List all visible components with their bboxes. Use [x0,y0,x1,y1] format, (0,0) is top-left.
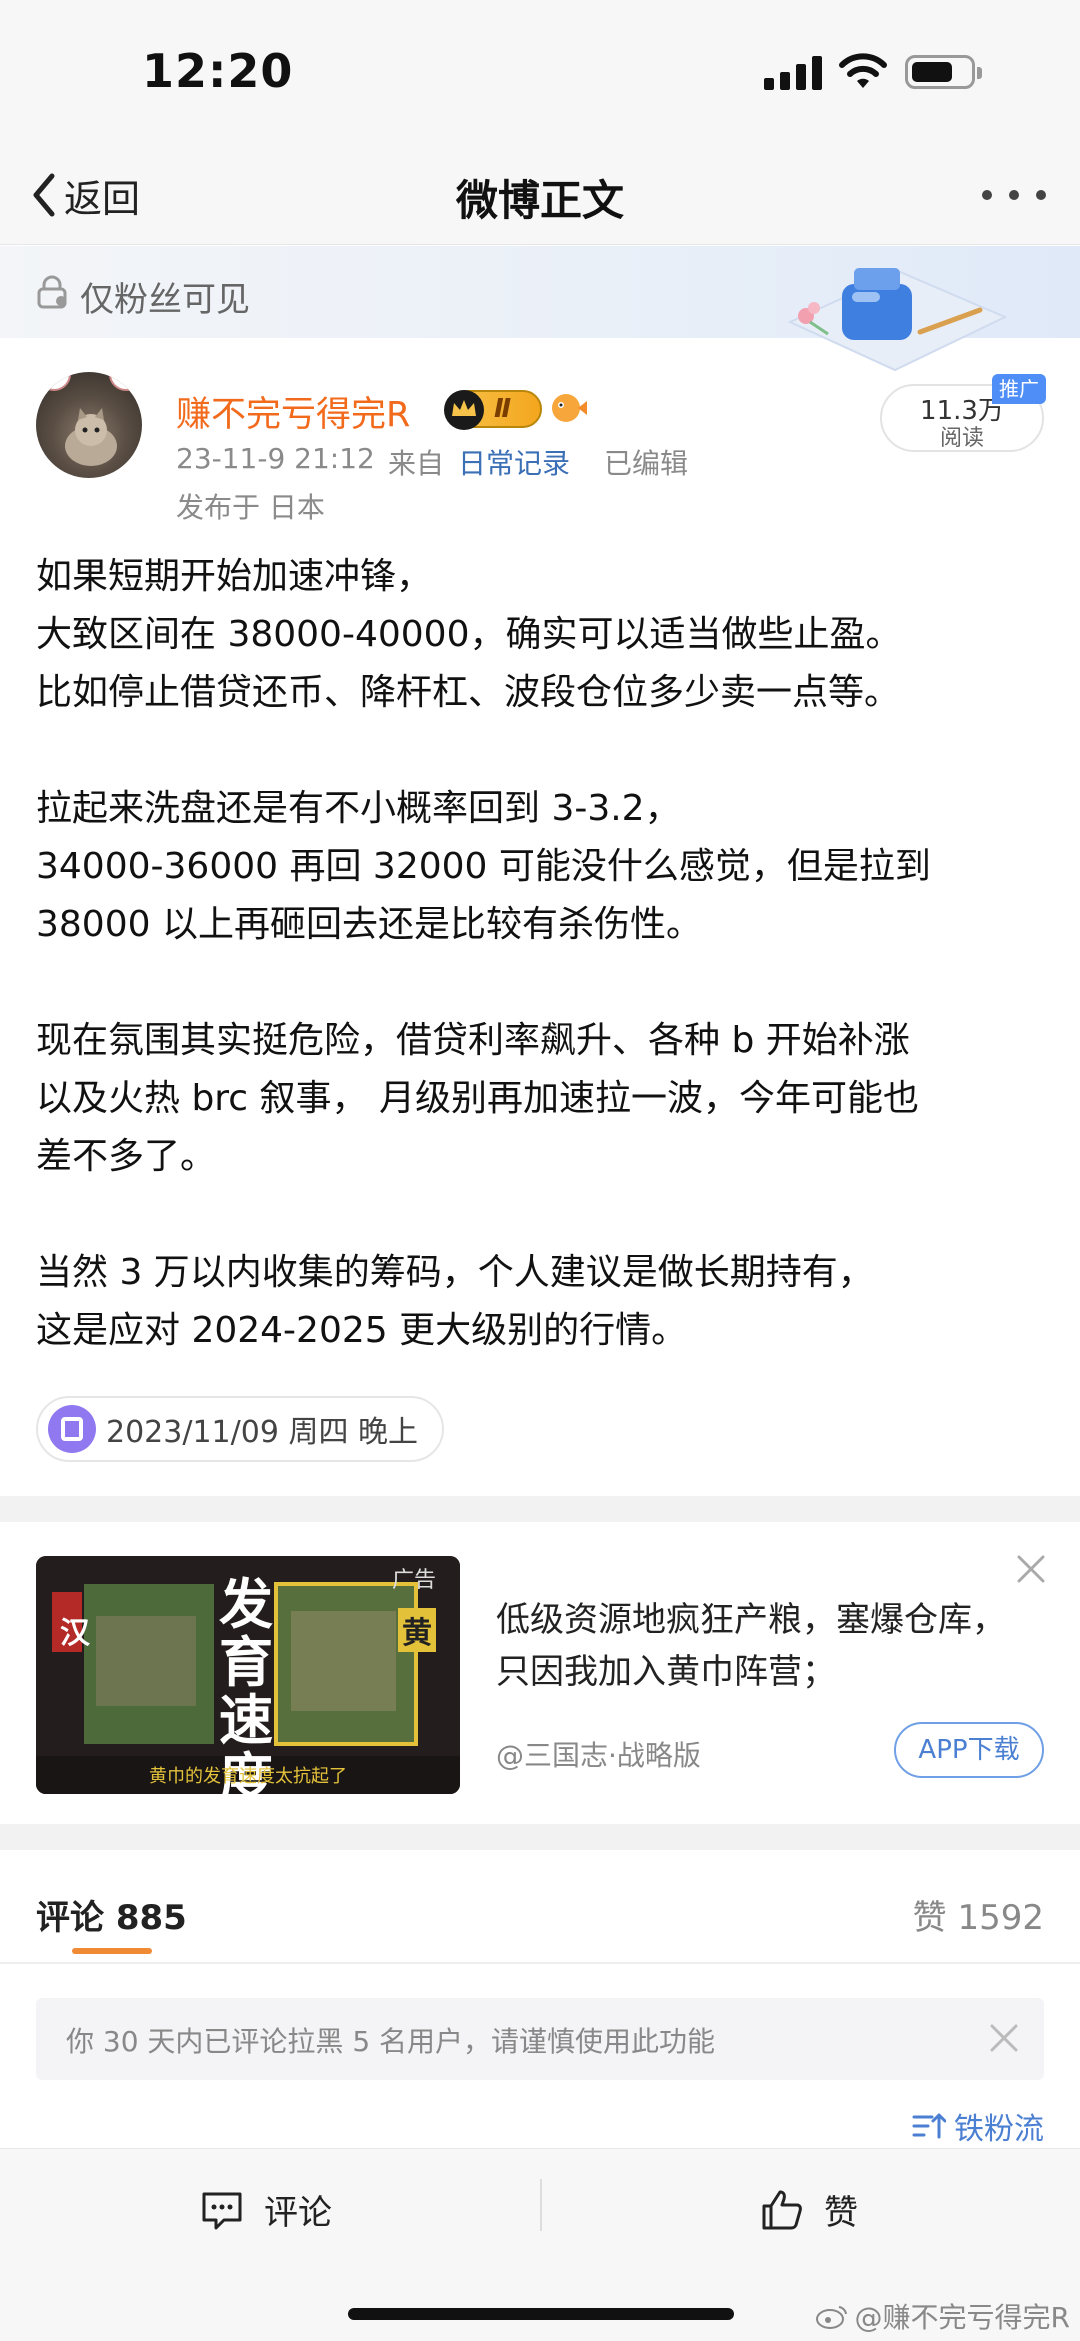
like-label: 赞 [824,2193,858,2233]
back-label: 返回 [64,176,141,221]
chevron-left-icon [33,173,55,217]
cellular-signal-icon [764,56,824,90]
post-line-blank [36,954,1046,1012]
comment-label: 评论 [264,2193,332,2233]
block-notice: 你 30 天内已评论拉黑 5 名用户，请谨慎使用此功能 [36,1998,1044,2080]
comment-button[interactable]: 评论 [200,2185,332,2234]
like-button[interactable]: 赞 [760,2185,858,2234]
vip-level: Ⅱ [494,394,512,424]
post-line-blank [36,1186,1046,1244]
watermark: @赚不完亏得完R [815,2296,1070,2336]
divider [0,1962,1080,1964]
close-icon[interactable] [1014,1552,1048,1586]
post-line: 38000 以上再砸回去还是比较有杀伤性。 [36,904,702,945]
ad-image-label-right: 黄 [398,1608,436,1652]
thumbs-up-icon [762,2190,802,2229]
post-location: 发布于 日本 [176,491,325,524]
pufferfish-badge-icon[interactable] [548,390,588,426]
watermark-text: @赚不完亏得完R [854,2301,1070,2334]
battery-icon [905,55,982,89]
toolbar-separator [540,2179,542,2231]
ink-bottle-decoration-icon [787,268,1008,372]
cat-ears-decoration-icon [37,372,142,391]
post-line: 这是应对 2024-2025 更大级别的行情。 [36,1310,688,1351]
promote-badge[interactable]: 推广 [992,374,1046,404]
close-icon[interactable] [986,2020,1022,2056]
ad-image-label-left: 汉 [60,1616,90,1651]
post-line: 现在氛围其实挺危险，借贷利率飙升、各种 b 开始补涨 [36,1020,910,1061]
read-label: 阅读 [939,426,984,451]
clock: 12:20 [142,44,294,98]
post-line: 比如停止借贷还币、降杆杠、波段仓位多少卖一点等。 [36,672,901,713]
wifi-icon [839,53,887,88]
visibility-text: 仅粉丝可见 [80,280,250,320]
section-divider [0,1824,1080,1850]
post-line: 如果短期开始加速冲锋， [36,556,433,597]
post-body: 如果短期开始加速冲锋， 大致区间在 38000-40000，确实可以适当做些止盈… [36,548,1046,1360]
section-divider [0,1496,1080,1522]
block-notice-text: 你 30 天内已评论拉黑 5 名用户，请谨慎使用此功能 [66,2025,716,2058]
post-line: 拉起来洗盘还是有不小概率回到 3-3.2， [36,788,681,829]
post-line: 大致区间在 38000-40000，确实可以适当做些止盈。 [36,614,902,655]
tab-comments[interactable]: 评论 885 [36,1890,187,1939]
source-prefix: 来自 [388,447,445,480]
date-tag[interactable]: 2023/11/09 周四 晚上 [36,1396,444,1462]
page-title: 微博正文 [455,176,624,225]
more-options-button[interactable] [982,183,1046,207]
sort-label: 铁粉流 [954,2112,1044,2147]
status-bar: 12:20 [0,0,1080,145]
back-button[interactable]: 返回 [28,167,140,223]
post-line: 差不多了。 [36,1136,217,1177]
ad-label: 广告 [392,1568,437,1593]
sort-icon [912,2113,946,2139]
weibo-logo-icon [815,2306,847,2329]
post-line: 当然 3 万以内收集的筹码，个人建议是做长期持有， [36,1252,874,1293]
date-tag-text: 2023/11/09 周四 晚上 [106,1415,418,1450]
post-line: 34000-36000 再回 32000 可能没什么感觉，但是拉到 [36,846,931,887]
post-line: 以及火热 brc 叙事， 月级别再加速拉一波，今年可能也 [36,1078,919,1119]
author-avatar[interactable] [36,372,142,478]
calendar-icon [48,1405,96,1453]
comment-icon [202,2192,242,2229]
post-source-link[interactable]: 日常记录 [458,442,570,482]
ad-sponsor[interactable]: @三国志·战略版 [496,1734,701,1774]
crown-icon [444,390,484,430]
post-line-blank [36,722,1046,780]
active-tab-indicator [72,1948,152,1954]
post-time: 23-11-9 21:12 [176,442,375,475]
ad-title[interactable]: 低级资源地疯狂产粮，塞爆仓库，只因我加入黄巾阵营； [496,1594,1016,1698]
nav-bar: 返回 微博正文 [0,145,1080,245]
cat-photo-icon [65,408,117,466]
tab-likes[interactable]: 赞 1592 [913,1890,1044,1939]
vip-badge[interactable]: Ⅱ [444,390,542,430]
edited-label[interactable]: 已编辑 [604,442,688,482]
author-name[interactable]: 赚不完亏得完R [176,386,410,437]
sort-button[interactable]: 铁粉流 [912,2104,1044,2148]
fans-only-lock-icon [37,275,67,309]
home-indicator[interactable] [348,2308,734,2320]
app-download-button[interactable]: APP下载 [894,1722,1044,1778]
ad-image-caption: 黄巾的发育速度太抗起了 [149,1766,347,1787]
